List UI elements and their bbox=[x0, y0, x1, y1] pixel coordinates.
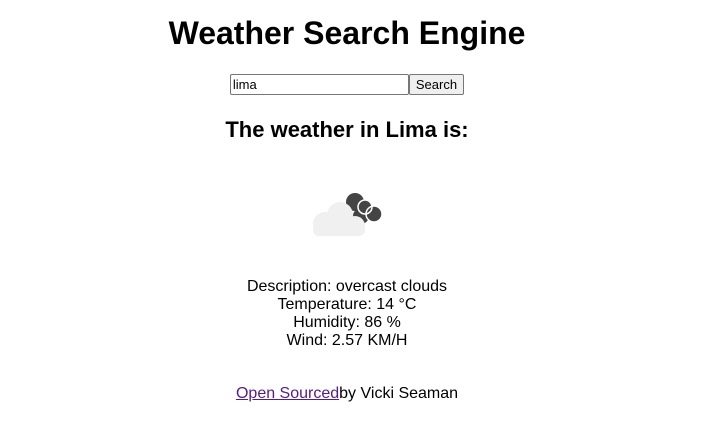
search-form: Search bbox=[0, 74, 694, 95]
wind-label: Wind: bbox=[286, 332, 332, 349]
humidity-value: 86 % bbox=[364, 314, 401, 331]
open-sourced-link[interactable]: Open Sourced bbox=[236, 385, 339, 402]
humidity-label: Humidity: bbox=[293, 314, 365, 331]
wind-row: Wind: 2.57 KM/H bbox=[0, 332, 694, 350]
search-input[interactable] bbox=[229, 74, 409, 95]
description-value: overcast clouds bbox=[335, 278, 448, 295]
temperature-value: 14 °C bbox=[376, 296, 417, 313]
result-heading: The weather in Lima is: bbox=[225, 117, 469, 142]
temperature-row: Temperature: 14 °C bbox=[0, 296, 694, 314]
temperature-label: Temperature: bbox=[277, 296, 377, 313]
description-row: Description: overcast clouds bbox=[0, 278, 694, 296]
description-label: Description: bbox=[246, 278, 336, 295]
overcast-clouds-icon bbox=[313, 193, 383, 236]
search-button[interactable]: Search bbox=[408, 74, 465, 95]
weather-details: Description: overcast clouds Temperature… bbox=[0, 278, 694, 350]
humidity-row: Humidity: 86 % bbox=[0, 314, 694, 332]
footer: Open Sourcedby Vicki Seaman bbox=[0, 384, 694, 404]
page-title: Weather Search Engine bbox=[168, 15, 526, 51]
wind-value: 2.57 KM/H bbox=[331, 332, 408, 349]
author-credit: by Vicki Seaman bbox=[339, 385, 459, 402]
